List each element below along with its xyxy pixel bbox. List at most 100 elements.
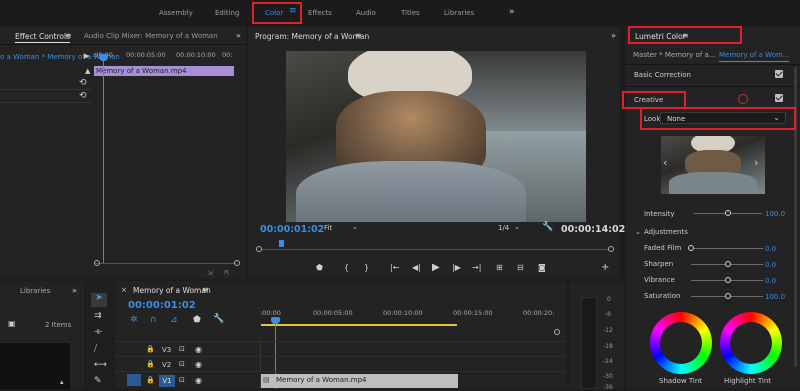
play-icon[interactable]: ▶ (432, 262, 440, 273)
saturation-value[interactable]: 100.0 (765, 293, 785, 301)
program-scrubber[interactable] (260, 249, 610, 250)
timeline-playhead-head[interactable] (271, 317, 280, 324)
reset-icon[interactable]: ⟲ (79, 79, 87, 88)
go-to-out-icon[interactable]: →| (472, 263, 481, 272)
timeline-title[interactable]: Memory of a Woman (133, 286, 211, 295)
sharpen-value[interactable]: 0.0 (765, 261, 776, 269)
play-only-icon[interactable]: ▶ (84, 52, 89, 60)
workspace-more-icon[interactable]: » (509, 7, 515, 17)
faded-film-value[interactable]: 0.0 (765, 245, 776, 253)
scroll-handle[interactable] (554, 329, 560, 335)
program-playhead[interactable] (279, 240, 284, 247)
workspace-tab-editing[interactable]: Editing (215, 9, 239, 17)
panel-menu-icon[interactable]: ≡ (355, 31, 362, 40)
faded-film-knob[interactable] (688, 245, 694, 251)
reset-icon[interactable]: ⟲ (79, 92, 87, 101)
adjustments-chevron-icon[interactable]: ⌄ (635, 228, 641, 236)
next-look-icon[interactable]: › (754, 157, 758, 168)
sync-lock-icon[interactable]: ⊡ (179, 345, 185, 354)
scroll-handle[interactable] (608, 246, 614, 252)
previous-look-icon[interactable]: ‹ (663, 157, 667, 168)
highlight-tint-wheel[interactable] (720, 312, 782, 374)
workspace-tab-effects[interactable]: Effects (308, 9, 332, 17)
wrench-icon[interactable]: 🔧 (213, 315, 224, 324)
go-to-in-icon[interactable]: |← (390, 263, 399, 272)
basic-correction-label[interactable]: Basic Correction (634, 71, 691, 79)
scroll-handle[interactable] (234, 260, 240, 266)
expand-panel-icon[interactable]: » (611, 31, 616, 40)
panel-menu-icon[interactable]: ≡ (65, 31, 72, 40)
lumetri-master-tab[interactable]: Master * Memory of a... (633, 51, 716, 59)
vibrance-value[interactable]: 0.0 (765, 277, 776, 285)
tab-audio-clip-mixer[interactable]: Audio Clip Mixer: Memory of a Woman (84, 32, 218, 40)
mark-out-icon[interactable]: } (364, 263, 369, 272)
vibrance-knob[interactable] (725, 277, 731, 283)
eye-icon[interactable]: ◉ (195, 345, 202, 354)
libraries-tab[interactable]: Libraries (20, 287, 50, 295)
faded-film-slider[interactable] (691, 248, 763, 249)
linked-selection-icon[interactable]: ⊿ (170, 316, 178, 325)
slip-tool-icon[interactable]: ⟷ (94, 361, 107, 370)
ec-clip[interactable]: Memory of a Woman.mp4 (94, 66, 234, 76)
creative-checkbox[interactable] (775, 94, 783, 102)
lock-icon[interactable]: 🔒 (146, 345, 155, 354)
step-back-icon[interactable]: ◀| (412, 263, 421, 272)
eye-icon[interactable]: ◉ (195, 360, 202, 369)
lift-icon[interactable]: ⊞ (496, 263, 503, 272)
expand-panel-icon[interactable]: » (72, 286, 77, 295)
panel-menu-icon[interactable]: ≡ (202, 285, 209, 294)
sharpen-knob[interactable] (725, 261, 731, 267)
program-timecode-current[interactable]: 00:00:01:02 (260, 224, 324, 235)
timeline-timecode[interactable]: 00:00:01:02 (128, 300, 196, 311)
fit-select[interactable]: Fit ⌄ (324, 223, 364, 234)
magnet-icon[interactable]: ∩ (150, 316, 157, 325)
scroll-up-icon[interactable]: ▴ (60, 378, 64, 387)
close-icon[interactable]: × (121, 286, 127, 295)
step-forward-icon[interactable]: |▶ (452, 263, 461, 272)
workspace-tab-libraries[interactable]: Libraries (444, 9, 474, 17)
add-button-icon[interactable]: + (601, 263, 609, 273)
add-marker-icon[interactable]: ⬟ (193, 316, 201, 325)
track-label[interactable]: V2 (162, 361, 171, 369)
export-frame-icon[interactable]: ⇲ (207, 269, 213, 278)
lock-icon[interactable]: 🔒 (146, 376, 155, 385)
wrench-icon[interactable]: 🔧 (542, 223, 553, 232)
camera-icon[interactable]: ◙ (538, 263, 546, 272)
lumetri-clip-tab[interactable]: Memory of a Wom... (719, 51, 789, 59)
eye-icon[interactable]: ◉ (195, 376, 202, 385)
workspace-tab-audio[interactable]: Audio (356, 9, 376, 17)
scroll-handle[interactable] (256, 246, 262, 252)
ec-playhead-head[interactable] (99, 54, 108, 61)
folder-icon[interactable]: ▣ (8, 319, 16, 328)
lock-icon[interactable]: 🔒 (146, 360, 155, 369)
track-label-v1[interactable]: V1 (159, 375, 175, 387)
marker-icon[interactable]: ⬟ (316, 263, 323, 272)
pen-tool-icon[interactable]: ✎ (94, 377, 102, 386)
saturation-knob[interactable] (725, 293, 731, 299)
selection-tool-icon[interactable]: ➤ (91, 293, 107, 307)
ec-scrollbar[interactable] (94, 263, 236, 264)
extract-icon[interactable]: ⊟ (517, 263, 524, 272)
sync-lock-icon[interactable]: ⊡ (179, 360, 185, 369)
sync-lock-icon[interactable]: ⊡ (179, 376, 185, 385)
ripple-edit-tool-icon[interactable]: ⟛ (94, 328, 102, 337)
tab-effect-controls[interactable]: Effect Controls (15, 32, 70, 43)
quality-select[interactable]: 1/4 ⌄ (498, 223, 528, 234)
track-select-tool-icon[interactable]: ⇉ (94, 312, 102, 321)
intensity-slider-knob[interactable] (725, 210, 731, 216)
source-patch-v1[interactable] (127, 374, 141, 386)
expand-panel-icon[interactable]: » (236, 31, 241, 40)
export-icon[interactable]: ⇱ (224, 269, 230, 278)
timeline-clip[interactable]: ▤ Memory of a Woman.mp4 (260, 374, 458, 388)
mark-in-icon[interactable]: { (344, 263, 349, 272)
track-label[interactable]: V3 (162, 346, 171, 354)
workspace-tab-titles[interactable]: Titles (401, 9, 420, 17)
adjustments-label[interactable]: Adjustments (644, 228, 688, 236)
snap-icon[interactable]: ✲ (130, 316, 138, 325)
intensity-value[interactable]: 100.0 (765, 210, 785, 218)
shadow-tint-wheel[interactable] (650, 312, 712, 374)
work-area-bar[interactable] (261, 324, 457, 326)
razor-tool-icon[interactable]: ⧸ (94, 345, 97, 354)
scroll-handle[interactable] (94, 260, 100, 266)
workspace-tab-assembly[interactable]: Assembly (159, 9, 193, 17)
